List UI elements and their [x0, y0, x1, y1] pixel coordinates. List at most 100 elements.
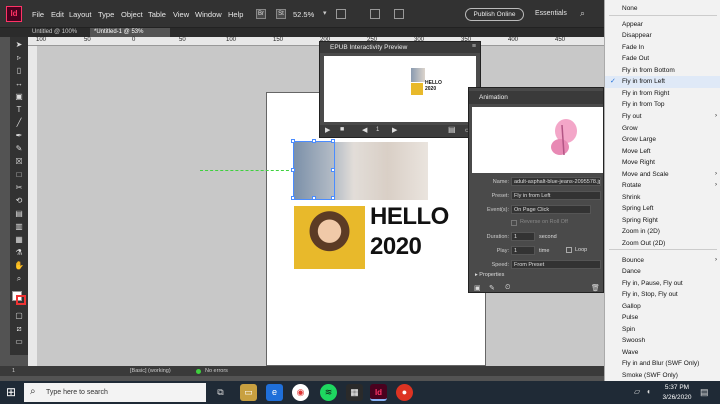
- preset-menu-item[interactable]: Move and Scale ›: [605, 169, 720, 181]
- gradient-tool-icon[interactable]: ▤: [13, 209, 25, 219]
- notifications-icon[interactable]: ▤: [700, 387, 709, 398]
- preset-menu-item[interactable]: Bounce ›: [605, 255, 720, 267]
- stop-icon[interactable]: ■: [340, 126, 344, 133]
- preset-menu-item[interactable]: Move Left: [605, 146, 720, 158]
- chevron-down-icon[interactable]: ▾: [323, 9, 327, 17]
- pen-tool-icon[interactable]: ✒: [13, 131, 25, 141]
- preset-menu-item[interactable]: Fly in from Right: [605, 88, 720, 100]
- duration-field[interactable]: 1: [511, 232, 535, 241]
- preset-dropdown[interactable]: Fly in from Left: [511, 191, 601, 200]
- formatting-affects-container-icon[interactable]: ▢: [13, 311, 25, 321]
- gradient-feather-tool-icon[interactable]: ▥: [13, 222, 25, 232]
- apply-none-icon[interactable]: ⧄: [13, 324, 25, 334]
- page-tool-icon[interactable]: ▯: [13, 66, 25, 76]
- network-icon[interactable]: ▱: [634, 387, 640, 396]
- preset-menu-item[interactable]: Appear: [605, 19, 720, 31]
- clock-time[interactable]: 5:37 PM: [662, 384, 692, 391]
- preset-menu-item[interactable]: Shrink: [605, 192, 720, 204]
- menu-file[interactable]: File: [32, 10, 44, 19]
- preset-menu-item[interactable]: Spin: [605, 324, 720, 336]
- photo-woman-image[interactable]: [294, 206, 365, 269]
- resize-handle[interactable]: [312, 196, 316, 200]
- menu-table[interactable]: Table: [148, 10, 166, 19]
- preset-menu-item[interactable]: None: [605, 3, 720, 15]
- motion-path[interactable]: [200, 170, 294, 171]
- preset-menu-item[interactable]: Fade In: [605, 42, 720, 54]
- task-view-icon[interactable]: ⧉: [212, 384, 229, 401]
- speed-dropdown[interactable]: From Preset: [511, 260, 601, 269]
- preset-menu-item[interactable]: Grow Large: [605, 134, 720, 146]
- preset-menu-item[interactable]: Smoke (SWF Only): [605, 370, 720, 382]
- preset-menu-item[interactable]: Dance: [605, 266, 720, 278]
- file-explorer-icon[interactable]: ▭: [240, 384, 257, 401]
- preset-menu-item[interactable]: Spring Left: [605, 203, 720, 215]
- resize-handle[interactable]: [291, 139, 295, 143]
- preset-menu-item[interactable]: Move Right: [605, 157, 720, 169]
- preset-menu-item[interactable]: Fly in from Bottom: [605, 65, 720, 77]
- properties-disclosure[interactable]: ▸ Properties: [475, 272, 504, 278]
- menu-window[interactable]: Window: [195, 10, 222, 19]
- menu-layout[interactable]: Layout: [69, 10, 92, 19]
- play-field[interactable]: 1: [511, 246, 535, 255]
- scissors-tool-icon[interactable]: ✂: [13, 183, 25, 193]
- eyedropper-tool-icon[interactable]: ⚗: [13, 248, 25, 258]
- preset-menu-item[interactable]: Swoosh: [605, 335, 720, 347]
- type-tool-icon[interactable]: T: [13, 105, 25, 115]
- arrange-documents-icon[interactable]: [394, 9, 404, 19]
- menu-edit[interactable]: Edit: [51, 10, 64, 19]
- panel-menu-icon[interactable]: ≡: [472, 43, 476, 50]
- chrome-icon[interactable]: ◉: [292, 384, 309, 401]
- selected-frame[interactable]: [291, 139, 335, 200]
- gap-tool-icon[interactable]: ↔: [13, 79, 25, 89]
- preset-menu-item[interactable]: Grow: [605, 123, 720, 135]
- selection-tool-icon[interactable]: ➤: [13, 40, 25, 50]
- epub-preview-area[interactable]: HELLO 2020: [324, 56, 476, 122]
- preset-menu-item[interactable]: Fly in from Left ✓: [605, 76, 720, 88]
- status-page[interactable]: 1: [12, 366, 15, 376]
- errors-status[interactable]: No errors: [205, 366, 228, 376]
- pencil-tool-icon[interactable]: ✎: [13, 144, 25, 154]
- menu-object[interactable]: Object: [121, 10, 143, 19]
- preview-spread-icon[interactable]: ▣: [474, 284, 481, 292]
- resize-handle[interactable]: [331, 139, 335, 143]
- stock-button[interactable]: St: [276, 9, 286, 19]
- timing-icon[interactable]: ⏲: [505, 284, 510, 292]
- next-page-icon[interactable]: ▶: [392, 126, 397, 134]
- resize-handle[interactable]: [291, 168, 295, 172]
- direct-selection-tool-icon[interactable]: ▹: [13, 53, 25, 63]
- preset-menu-item[interactable]: Zoom in (2D): [605, 226, 720, 238]
- tab-untitled-1[interactable]: *Untitled-1 @ 53%: [90, 28, 170, 37]
- preflight-profile[interactable]: [Basic] (working): [130, 366, 171, 376]
- previous-page-icon[interactable]: ◀: [362, 126, 367, 134]
- edge-icon[interactable]: e: [266, 384, 283, 401]
- zoom-tool-icon[interactable]: ⌕: [13, 274, 25, 284]
- free-transform-tool-icon[interactable]: ⟲: [13, 196, 25, 206]
- preview-document-icon[interactable]: ▤: [448, 125, 456, 134]
- resize-handle[interactable]: [331, 196, 335, 200]
- rectangle-tool-icon[interactable]: □: [13, 170, 25, 180]
- record-icon[interactable]: ●: [396, 384, 413, 401]
- indesign-taskbar-icon[interactable]: Id: [370, 384, 387, 401]
- bridge-button[interactable]: Br: [256, 9, 266, 19]
- delete-icon[interactable]: 🗑: [591, 284, 600, 292]
- preset-menu-item[interactable]: Fade Out: [605, 53, 720, 65]
- preset-menu-item[interactable]: Fly in and Blur (SWF Only): [605, 358, 720, 370]
- stroke-swatch[interactable]: [16, 295, 26, 305]
- preset-menu-item[interactable]: Pulse: [605, 312, 720, 324]
- publish-online-button[interactable]: Publish Online: [465, 8, 524, 21]
- view-options-icon[interactable]: [370, 9, 380, 19]
- preset-menu-item[interactable]: Fly in from Top: [605, 99, 720, 111]
- preset-menu-item[interactable]: Fly in, Pause, Fly out: [605, 278, 720, 290]
- rectangle-frame-tool-icon[interactable]: ☒: [13, 157, 25, 167]
- loop-checkbox[interactable]: [566, 247, 572, 253]
- content-collector-icon[interactable]: ▣: [13, 92, 25, 102]
- taskbar-search-input[interactable]: Type here to search: [24, 383, 206, 402]
- spotify-icon[interactable]: ≋: [320, 384, 337, 401]
- line-tool-icon[interactable]: ╱: [13, 118, 25, 128]
- preset-menu-item[interactable]: Spring Right: [605, 215, 720, 227]
- resize-handle[interactable]: [331, 168, 335, 172]
- preset-menu-item[interactable]: Rotate ›: [605, 180, 720, 192]
- windows-start-icon[interactable]: ⊞: [0, 381, 22, 404]
- preset-menu-item[interactable]: Gallop: [605, 301, 720, 313]
- screen-mode-tool-icon[interactable]: ▭: [13, 337, 25, 347]
